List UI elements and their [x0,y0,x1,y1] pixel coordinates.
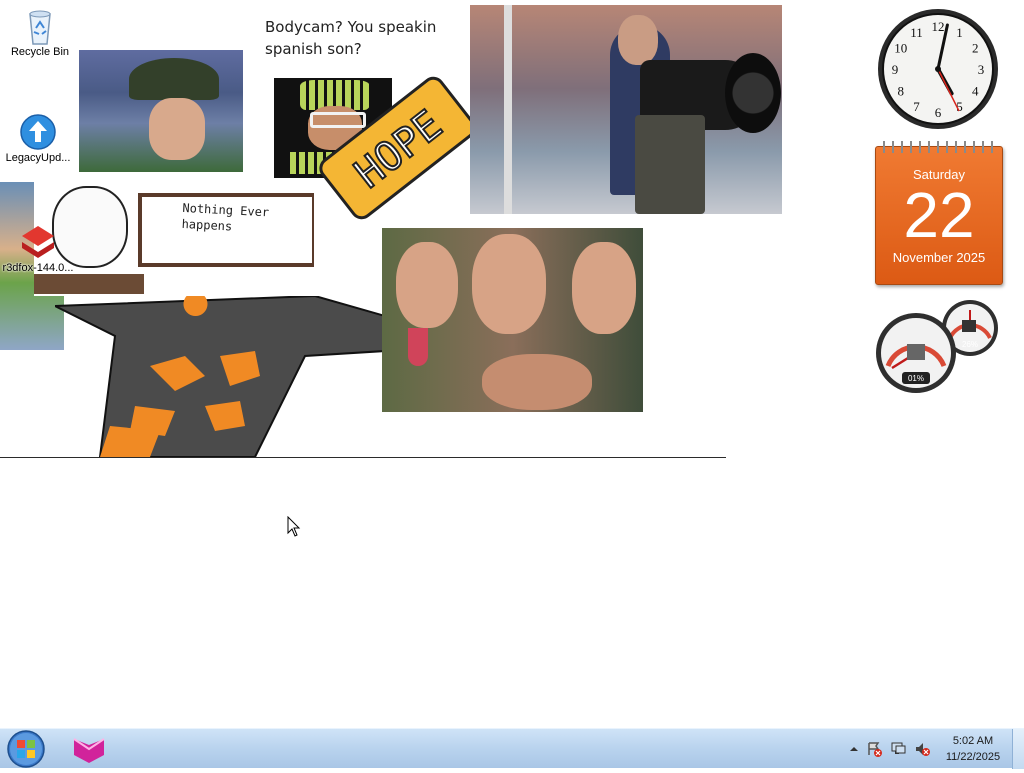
face-center [472,234,546,334]
network-icon[interactable] [890,741,906,757]
wallpaper-trooper-photo [79,50,243,172]
clock-numeral: 6 [935,105,942,120]
action-center-icon[interactable] [866,741,882,757]
desktop-icon-label: r3dfox-144.0... [2,262,74,274]
clock-numeral: 4 [972,84,979,99]
mouse-cursor [287,516,301,537]
clock-numeral: 10 [894,41,907,56]
rifle-body [635,115,705,214]
clock-numeral: 9 [892,62,899,77]
calendar-rings [880,141,998,153]
taskbar-time: 5:02 AM [952,735,994,747]
taskbar: 5:02 AM 11/22/2025 [0,728,1024,769]
show-desktop-button[interactable] [1012,729,1024,769]
calendar-gadget[interactable]: Saturday 22 November 2025 [875,141,1003,285]
show-hidden-icons-icon[interactable] [846,741,862,757]
taskbar-clock[interactable]: 5:02 AM 11/22/2025 [934,733,1012,765]
volume-muted-icon[interactable] [914,741,930,757]
clock-numeral: 11 [910,25,923,40]
trooper-face [149,98,205,160]
desktop: Bodycam? You speakin spanish son? HOPE N… [0,0,1024,728]
cpu-meter-gadget[interactable]: 26% 01% [872,298,1002,394]
face-bottom [482,354,592,410]
desk [34,274,144,294]
clock-numeral: 1 [956,25,963,40]
board: Nothing Ever happens [138,193,314,267]
wallpaper-caption: Bodycam? You speakin spanish son? [265,18,437,58]
board-text: Nothing Ever happens [181,200,270,234]
clock-numeral: 8 [898,84,905,99]
calendar-date: 22 [903,179,975,251]
clock-numeral: 2 [972,41,979,56]
cpu-value: 01% [908,374,924,383]
desktop-icon-label: LegacyUpd... [5,152,71,164]
wallpaper-baseline [0,457,726,458]
face-left [396,242,458,328]
man-head [618,15,658,65]
clock-numeral: 3 [978,62,985,77]
desktop-icon-legacy-update[interactable]: LegacyUpd... [0,112,76,165]
clock-numeral: 12 [932,19,945,34]
memory-value: 26% [962,340,978,349]
calendar-month: November 2025 [892,250,986,265]
campaign-hat [129,58,219,100]
r3dfox-installer-icon [18,222,58,262]
desktop-icon-label: Recycle Bin [10,46,70,58]
memory-icon [962,320,976,332]
wallpaper-sniper-photo [470,5,782,214]
clock-gadget[interactable]: 1 2 3 4 5 6 7 8 9 10 11 12 [875,6,1001,132]
taskbar-date: 11/22/2025 [945,751,1001,763]
clock-numeral: 7 [913,99,920,114]
tongue [408,328,428,366]
windows-logo-icon [7,730,45,768]
wallpaper-hev-suit-cartoon [55,296,385,457]
pole [504,5,512,214]
recycle-bin-icon [20,6,60,46]
start-button[interactable] [6,729,46,769]
desktop-icon-recycle-bin[interactable]: Recycle Bin [2,6,78,59]
cpu-icon [907,344,925,360]
wallpaper-nothing-ever-happens-meme: Nothing Ever happens [34,178,314,296]
taskbar-pinned-r3dfox[interactable] [64,731,114,767]
legacy-update-icon [18,112,58,152]
desktop-icon-r3dfox-installer[interactable]: r3dfox-144.0... [0,222,76,275]
face-right [572,242,636,334]
cpu-meter: 26% 01% [876,300,998,393]
analog-clock: 1234567891011 12 [878,9,998,129]
scope-lens [725,53,781,133]
wallpaper-faces-collage-photo [382,228,643,412]
r3dfox-taskbar-icon [73,738,105,763]
